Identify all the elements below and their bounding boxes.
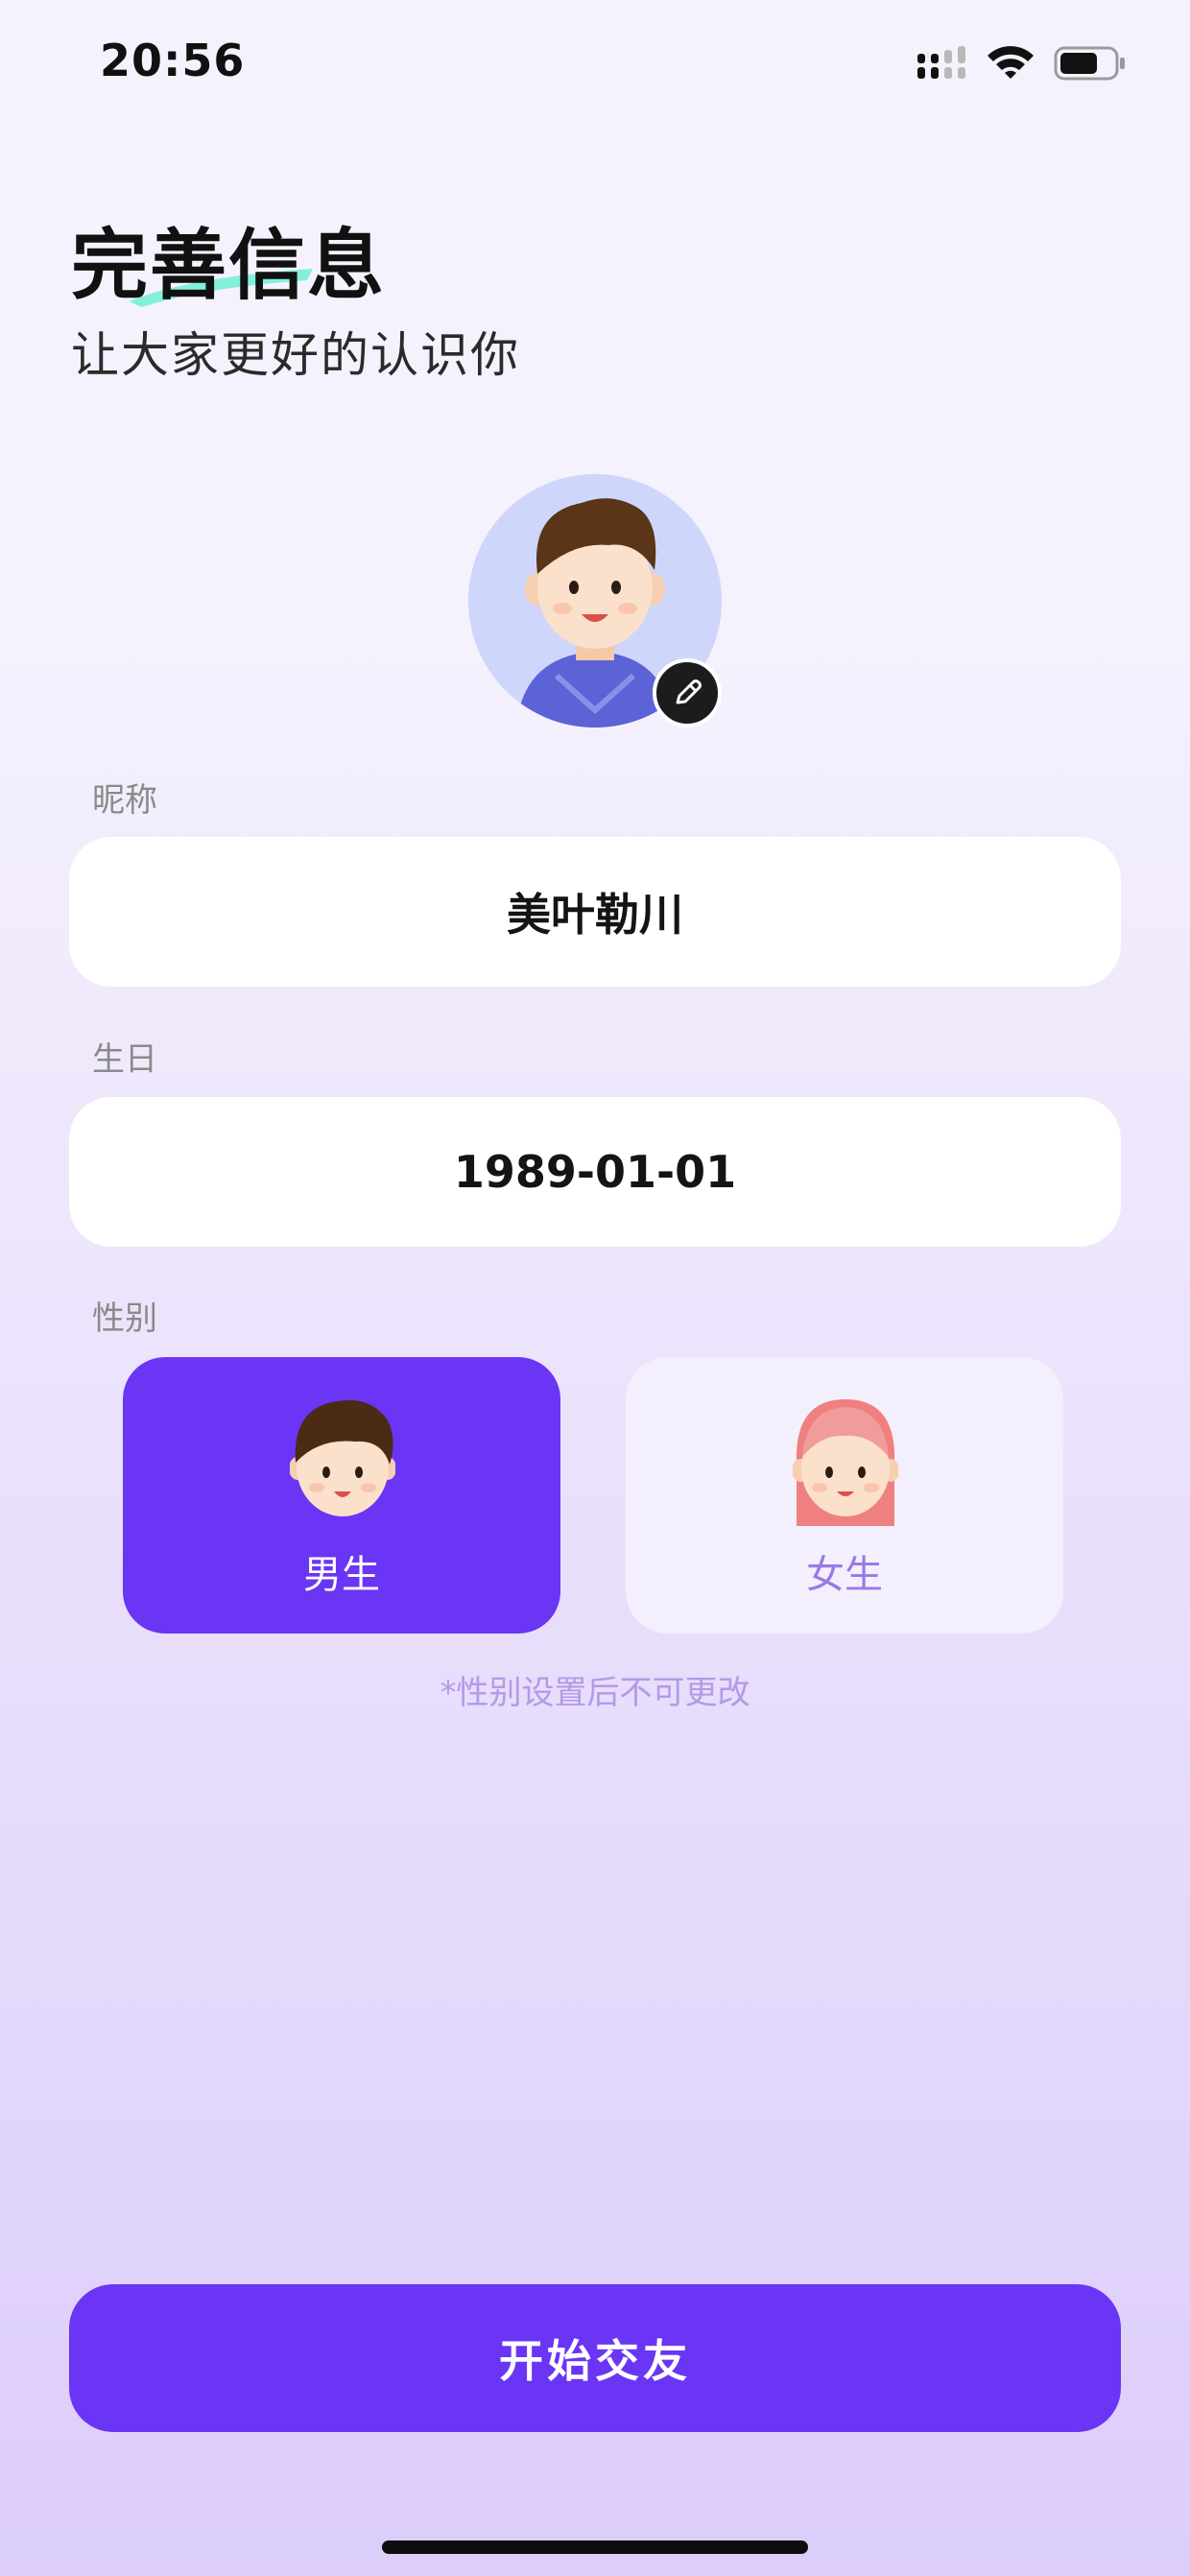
start-button[interactable]: 开始交友 bbox=[69, 2284, 1121, 2432]
birthday-value: 1989-01-01 bbox=[453, 1146, 737, 1198]
gender-label: 性别 bbox=[92, 1300, 157, 1338]
gender-option-male[interactable]: 男生 bbox=[123, 1357, 560, 1634]
boy-face-icon bbox=[290, 1399, 395, 1516]
pencil-icon bbox=[676, 680, 702, 704]
page-subtitle: 让大家更好的认识你 bbox=[71, 327, 520, 383]
gender-option-male-label: 男生 bbox=[303, 1553, 380, 1597]
girl-face-icon bbox=[793, 1399, 898, 1526]
edit-avatar-button[interactable] bbox=[653, 658, 722, 727]
birthday-field[interactable]: 1989-01-01 bbox=[69, 1097, 1121, 1247]
nickname-label: 昵称 bbox=[92, 781, 157, 820]
start-button-label: 开始交友 bbox=[499, 2335, 691, 2387]
home-indicator[interactable] bbox=[382, 2540, 808, 2554]
birthday-label: 生日 bbox=[92, 1040, 157, 1079]
page-title-block: 完善信息 bbox=[71, 203, 474, 310]
cellular-signal-icon bbox=[917, 46, 965, 79]
page-title: 完善信息 bbox=[71, 221, 386, 310]
gender-option-female[interactable]: 女生 bbox=[626, 1357, 1063, 1634]
wifi-icon bbox=[988, 46, 1034, 79]
gender-option-female-label: 女生 bbox=[806, 1553, 883, 1597]
nickname-value: 美叶勒川 bbox=[507, 889, 683, 941]
battery-icon bbox=[1054, 46, 1125, 81]
status-time: 20:56 bbox=[100, 35, 246, 86]
gender-note: *性别设置后不可更改 bbox=[440, 1674, 750, 1712]
nickname-field[interactable]: 美叶勒川 bbox=[69, 837, 1121, 987]
